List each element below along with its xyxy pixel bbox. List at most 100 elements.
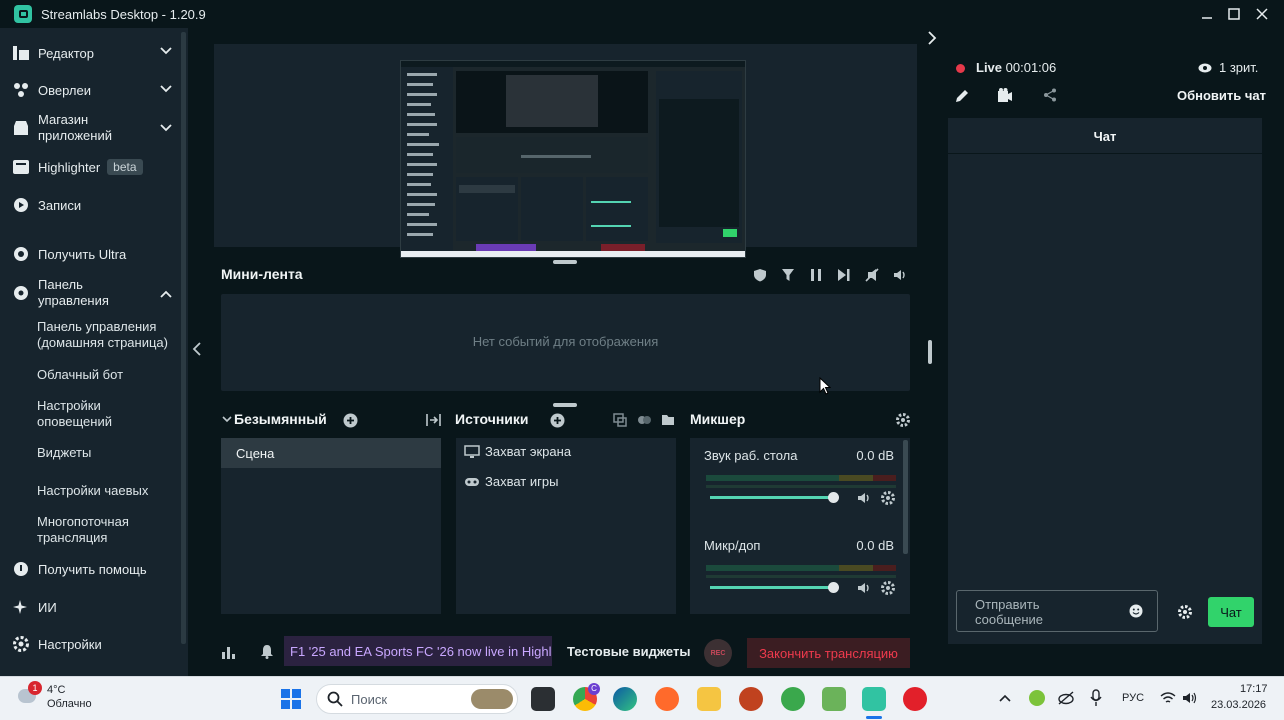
notifications-icon[interactable] [259,643,275,659]
speaker-icon[interactable] [856,580,872,596]
stream-preview[interactable] [214,44,917,258]
preview-resize-handle[interactable] [553,260,577,264]
source-group-icon[interactable] [612,412,628,428]
skip-icon[interactable] [836,267,852,283]
sidebar-subitem-cloudbot[interactable]: Облачный бот [37,367,123,383]
sidebar-item-settings[interactable]: Настройки [12,635,102,653]
chevron-down-icon[interactable] [222,416,232,424]
task-view-icon[interactable] [531,687,555,711]
sidebar-subitem-dashboard-home[interactable]: Панель управления (домашняя страница) [37,319,177,351]
speaker-icon[interactable] [856,490,872,506]
record-button[interactable]: REC [704,639,732,667]
app-icon[interactable] [739,687,763,711]
channel-settings-icon[interactable] [880,580,896,596]
file-explorer-icon[interactable] [697,687,721,711]
wifi-icon[interactable] [1160,691,1176,705]
collapse-chat-icon[interactable] [927,31,937,45]
volume-slider[interactable] [710,586,834,589]
browser-app-icon[interactable] [655,687,679,711]
source-item-label: Захват экрана [485,444,572,459]
chat-settings-icon[interactable] [1177,604,1193,620]
sources-panel: Захват экрана Захват игры [456,438,676,614]
share-icon[interactable] [1042,87,1058,103]
sidebar-item-overlays[interactable]: Оверлеи [12,81,91,99]
panel-resize-handle[interactable] [928,340,932,364]
volume-icon[interactable] [892,267,908,283]
sidebar-item-highlighter[interactable]: Highlighter beta [12,158,143,176]
chat-send-button[interactable]: Чат [1208,597,1254,627]
streamlabs-taskbar-icon[interactable] [862,687,886,711]
volume-slider[interactable] [710,496,834,499]
sidebar-item-app-store[interactable]: Магазин приложений [12,112,112,144]
sidebar-item-editor[interactable]: Редактор [12,44,94,62]
source-filters-icon[interactable] [636,412,652,428]
overlays-icon [12,81,30,99]
add-source-icon[interactable] [549,412,565,428]
edit-stream-info-icon[interactable] [954,87,970,103]
sidebar-item-ai[interactable]: ИИ [12,598,57,616]
input-language[interactable]: РУС [1122,692,1144,704]
folder-icon[interactable] [660,412,676,428]
sidebar-item-label: Highlighter [38,159,101,175]
sidebar-scrollbar[interactable] [181,32,186,644]
chevron-up-icon[interactable] [160,290,172,298]
yandex-icon[interactable] [903,687,927,711]
scene-collection-title[interactable]: Безымянный [234,411,327,427]
mute-alerts-icon[interactable] [864,267,880,283]
emoji-icon[interactable] [1129,604,1143,618]
pause-icon[interactable] [808,267,824,283]
search-placeholder: Поиск [351,691,388,707]
end-stream-button[interactable]: Закончить трансляцию [747,638,910,668]
highlighter-icon [12,158,30,176]
refresh-chat-button[interactable]: Обновить чат [1177,88,1266,103]
volume-slider-knob[interactable] [828,582,839,593]
torrent-icon[interactable] [781,687,805,711]
weather-widget[interactable]: 4°C Облачно [47,683,92,711]
clock-date[interactable]: 23.03.2026 [1211,699,1266,711]
sidebar-subitem-alert-settings[interactable]: Настройки оповещений [37,398,127,430]
source-item-game-capture[interactable]: Захват игры [464,474,558,489]
collapse-sidebar-icon[interactable] [192,342,202,356]
news-ticker[interactable]: F1 '25 and EA Sports FC '26 now live in … [284,636,552,666]
add-scene-icon[interactable] [342,412,358,428]
mixer-channel-name: Звук раб. стола [704,448,798,463]
sidebar-item-get-ultra[interactable]: Получить Ultra [12,245,126,263]
minifeed-resize-handle[interactable] [553,403,577,407]
channel-settings-icon[interactable] [880,490,896,506]
shield-icon[interactable] [752,267,768,283]
chevron-down-icon[interactable] [160,47,172,55]
taskbar-search[interactable]: Поиск [316,684,518,714]
onedrive-icon[interactable] [1058,691,1074,705]
chevron-down-icon[interactable] [160,85,172,93]
clock-time[interactable]: 17:17 [1240,683,1268,695]
sidebar-subitem-tip-settings[interactable]: Настройки чаевых [37,483,148,499]
windows-start-icon[interactable] [279,687,303,711]
sidebar-item-get-help[interactable]: Получить помощь [12,560,147,578]
sidebar-subitem-widgets[interactable]: Виджеты [37,445,91,461]
microphone-icon[interactable] [1090,689,1102,707]
chat-message-input[interactable]: Отправить сообщение [956,590,1158,632]
test-widgets-button[interactable]: Тестовые виджеты [567,644,690,659]
performance-stats-icon[interactable] [220,644,236,660]
sidebar-item-dashboard[interactable]: Панель управления [12,277,109,309]
source-item-screen-capture[interactable]: Захват экрана [464,444,571,459]
mixer-settings-icon[interactable] [895,412,911,428]
chevron-down-icon[interactable] [160,124,172,132]
sidebar-item-label: Панель управления [38,277,109,308]
volume-slider-knob[interactable] [828,492,839,503]
sidebar-item-recordings[interactable]: Записи [12,196,81,214]
store-icon [12,119,30,137]
sidebar-subitem-multistream[interactable]: Многопоточная трансляция [37,514,147,546]
edge-icon[interactable] [613,687,637,711]
camera-icon[interactable] [997,87,1013,103]
scene-item-selected[interactable]: Сцена [221,438,441,468]
android-app-icon[interactable] [822,687,846,711]
chevron-up-icon[interactable] [999,694,1011,702]
filter-icon[interactable] [780,267,796,283]
volume-meter-secondary [706,485,896,488]
speaker-tray-icon[interactable] [1182,691,1198,705]
scene-transitions-icon[interactable] [425,412,441,428]
tray-app-icon[interactable] [1029,690,1045,706]
close-button[interactable] [1245,0,1279,28]
mixer-scrollbar[interactable] [903,440,908,554]
